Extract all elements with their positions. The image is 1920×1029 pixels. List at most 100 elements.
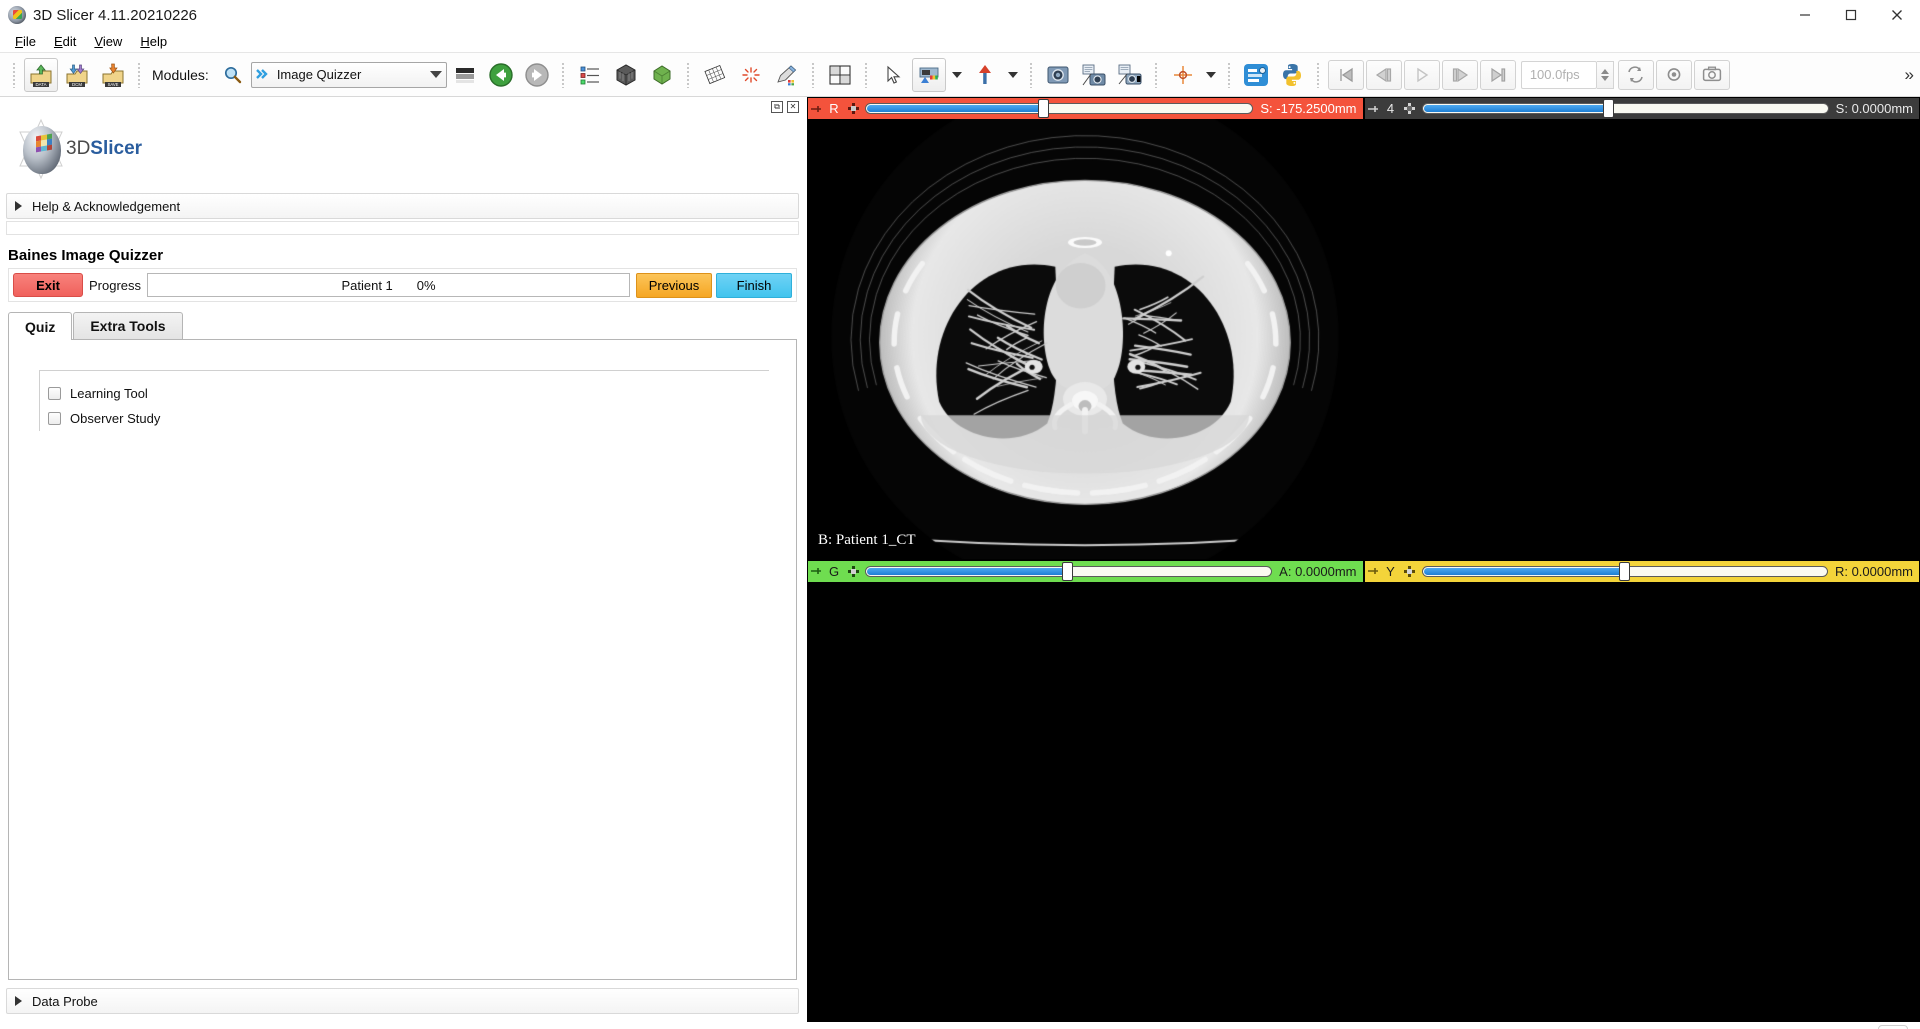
loop-icon[interactable] xyxy=(1618,60,1654,90)
ct-axial-image[interactable] xyxy=(815,97,1355,560)
slice-bar-grey[interactable]: 4 S: 0.0000mm xyxy=(1365,98,1920,119)
slicer-wordmark-suffix: Slicer xyxy=(90,138,142,159)
menu-view-rest: iew xyxy=(103,34,123,49)
toolbar-overflow-button[interactable]: » xyxy=(1905,65,1914,85)
menu-help[interactable]: Help xyxy=(131,32,176,51)
annotations-icon[interactable] xyxy=(770,58,804,92)
observer-study-checkbox[interactable] xyxy=(48,412,61,425)
slice-bar-yellow[interactable]: Y R: 0.0000mm xyxy=(1365,561,1920,582)
window-level-icon[interactable] xyxy=(912,58,946,92)
slice-visibility-icon[interactable] xyxy=(844,98,862,119)
toolbar-separator xyxy=(1029,62,1034,88)
fps-decrement-icon[interactable] xyxy=(1601,76,1609,81)
slice-slider-red[interactable] xyxy=(865,102,1253,115)
slider-handle[interactable] xyxy=(1062,562,1073,581)
magnifier-icon[interactable] xyxy=(216,58,250,92)
extension-manager-icon[interactable] xyxy=(1239,58,1273,92)
scene-views-icon[interactable] xyxy=(1077,58,1111,92)
load-data-icon[interactable]: DATA xyxy=(24,58,58,92)
slice-slider-green[interactable] xyxy=(865,565,1272,578)
crosshair-jump-dropdown-icon[interactable] xyxy=(1004,58,1022,92)
fps-increment-icon[interactable] xyxy=(1601,69,1609,74)
load-dicom-icon[interactable]: DCM xyxy=(60,58,94,92)
next-module-icon[interactable] xyxy=(520,58,554,92)
chevron-right-icon xyxy=(15,996,22,1006)
step-back-icon[interactable] xyxy=(1366,60,1402,90)
volume-rendering-icon[interactable] xyxy=(609,58,643,92)
layout-icon[interactable] xyxy=(823,58,857,92)
main-split: ⧉ ✕ 3DSlicer Help & Acknowledgement Bain… xyxy=(0,97,1920,1022)
subject-hierarchy-icon[interactable] xyxy=(573,58,607,92)
first-frame-icon[interactable] xyxy=(1328,60,1364,90)
save-data-icon[interactable]: SAVE xyxy=(96,58,130,92)
markups-icon[interactable] xyxy=(698,58,732,92)
fps-stepper[interactable] xyxy=(1597,61,1614,89)
quizzer-tabs: Quiz Extra Tools xyxy=(8,312,797,340)
pin-icon[interactable] xyxy=(1365,98,1381,119)
slider-handle[interactable] xyxy=(1038,99,1049,118)
slider-handle[interactable] xyxy=(1603,99,1614,118)
pin-icon[interactable] xyxy=(808,561,824,582)
view-green-coronal[interactable]: G A: 0.0000mm xyxy=(807,560,1364,1023)
slice-visibility-icon[interactable] xyxy=(844,561,862,582)
slice-bar-green[interactable]: G A: 0.0000mm xyxy=(808,561,1363,582)
window-level-dropdown-icon[interactable] xyxy=(948,58,966,92)
slider-handle[interactable] xyxy=(1619,562,1630,581)
modules-label: Modules: xyxy=(152,67,209,83)
play-icon[interactable] xyxy=(1404,60,1440,90)
slice-letter-red: R xyxy=(824,101,844,116)
segment-editor-icon[interactable] xyxy=(734,58,768,92)
slice-bar-red[interactable]: R S: -175.2500mm xyxy=(808,98,1363,119)
checkbox-row-learning-tool[interactable]: Learning Tool xyxy=(48,381,769,406)
center-crosshair-dropdown-icon[interactable] xyxy=(1202,58,1220,92)
finish-button[interactable]: Finish xyxy=(716,273,792,298)
slice-slider-grey[interactable] xyxy=(1422,102,1829,115)
previous-button[interactable]: Previous xyxy=(636,273,712,298)
data-probe-label: Data Probe xyxy=(32,994,98,1009)
tab-quiz[interactable]: Quiz xyxy=(8,312,72,340)
screenshot-cascade-icon[interactable] xyxy=(1113,58,1147,92)
last-frame-icon[interactable] xyxy=(1480,60,1516,90)
view-red-axial[interactable]: R S: -175.2500mm B: Patient 1_CT xyxy=(807,97,1364,560)
slice-visibility-icon[interactable] xyxy=(1401,561,1419,582)
module-history-icon[interactable] xyxy=(448,58,482,92)
exit-button[interactable]: Exit xyxy=(13,273,83,297)
menu-file[interactable]: File xyxy=(6,32,45,51)
quizzer-close-button[interactable]: ✕ xyxy=(1878,1025,1908,1029)
record-icon[interactable] xyxy=(1656,60,1692,90)
help-acknowledgement-section[interactable]: Help & Acknowledgement xyxy=(6,193,799,219)
checkbox-row-observer-study[interactable]: Observer Study xyxy=(48,406,769,431)
view-yellow-sagittal[interactable]: Y R: 0.0000mm xyxy=(1364,560,1920,1023)
center-crosshair-icon[interactable] xyxy=(1166,58,1200,92)
data-probe-section[interactable]: Data Probe xyxy=(6,988,799,1014)
crosshair-jump-icon[interactable] xyxy=(968,58,1002,92)
toolbar-separator xyxy=(1316,62,1321,88)
close-panel-icon[interactable]: ✕ xyxy=(787,101,799,113)
window-controls xyxy=(1782,0,1920,30)
mouse-pointer-icon[interactable] xyxy=(876,58,910,92)
pin-icon[interactable] xyxy=(808,98,824,119)
python-console-icon[interactable] xyxy=(1275,58,1309,92)
undock-panel-icon[interactable]: ⧉ xyxy=(771,101,783,113)
quiz-options-group: Learning Tool Observer Study xyxy=(39,370,769,431)
snapshot-icon[interactable] xyxy=(1694,60,1730,90)
maximize-button[interactable] xyxy=(1828,0,1874,30)
minimize-button[interactable] xyxy=(1782,0,1828,30)
capture-screenshot-icon[interactable] xyxy=(1041,58,1075,92)
learning-tool-checkbox[interactable] xyxy=(48,387,61,400)
module-selector[interactable]: Image Quizzer xyxy=(251,62,447,88)
tab-extra-tools[interactable]: Extra Tools xyxy=(73,312,182,339)
chevron-down-icon[interactable] xyxy=(430,71,442,78)
previous-module-icon[interactable] xyxy=(484,58,518,92)
slice-slider-yellow[interactable] xyxy=(1422,565,1828,578)
menu-edit[interactable]: Edit xyxy=(45,32,85,51)
step-forward-icon[interactable] xyxy=(1442,60,1478,90)
fps-input[interactable]: 100.0fps xyxy=(1521,61,1597,89)
slice-visibility-icon[interactable] xyxy=(1401,98,1419,119)
menu-view[interactable]: View xyxy=(85,32,131,51)
pin-icon[interactable] xyxy=(1365,561,1381,582)
view-3d[interactable]: 4 S: 0.0000mm xyxy=(1364,97,1920,560)
chevron-right-icon xyxy=(15,201,22,211)
close-button[interactable] xyxy=(1874,0,1920,30)
models-icon[interactable] xyxy=(645,58,679,92)
